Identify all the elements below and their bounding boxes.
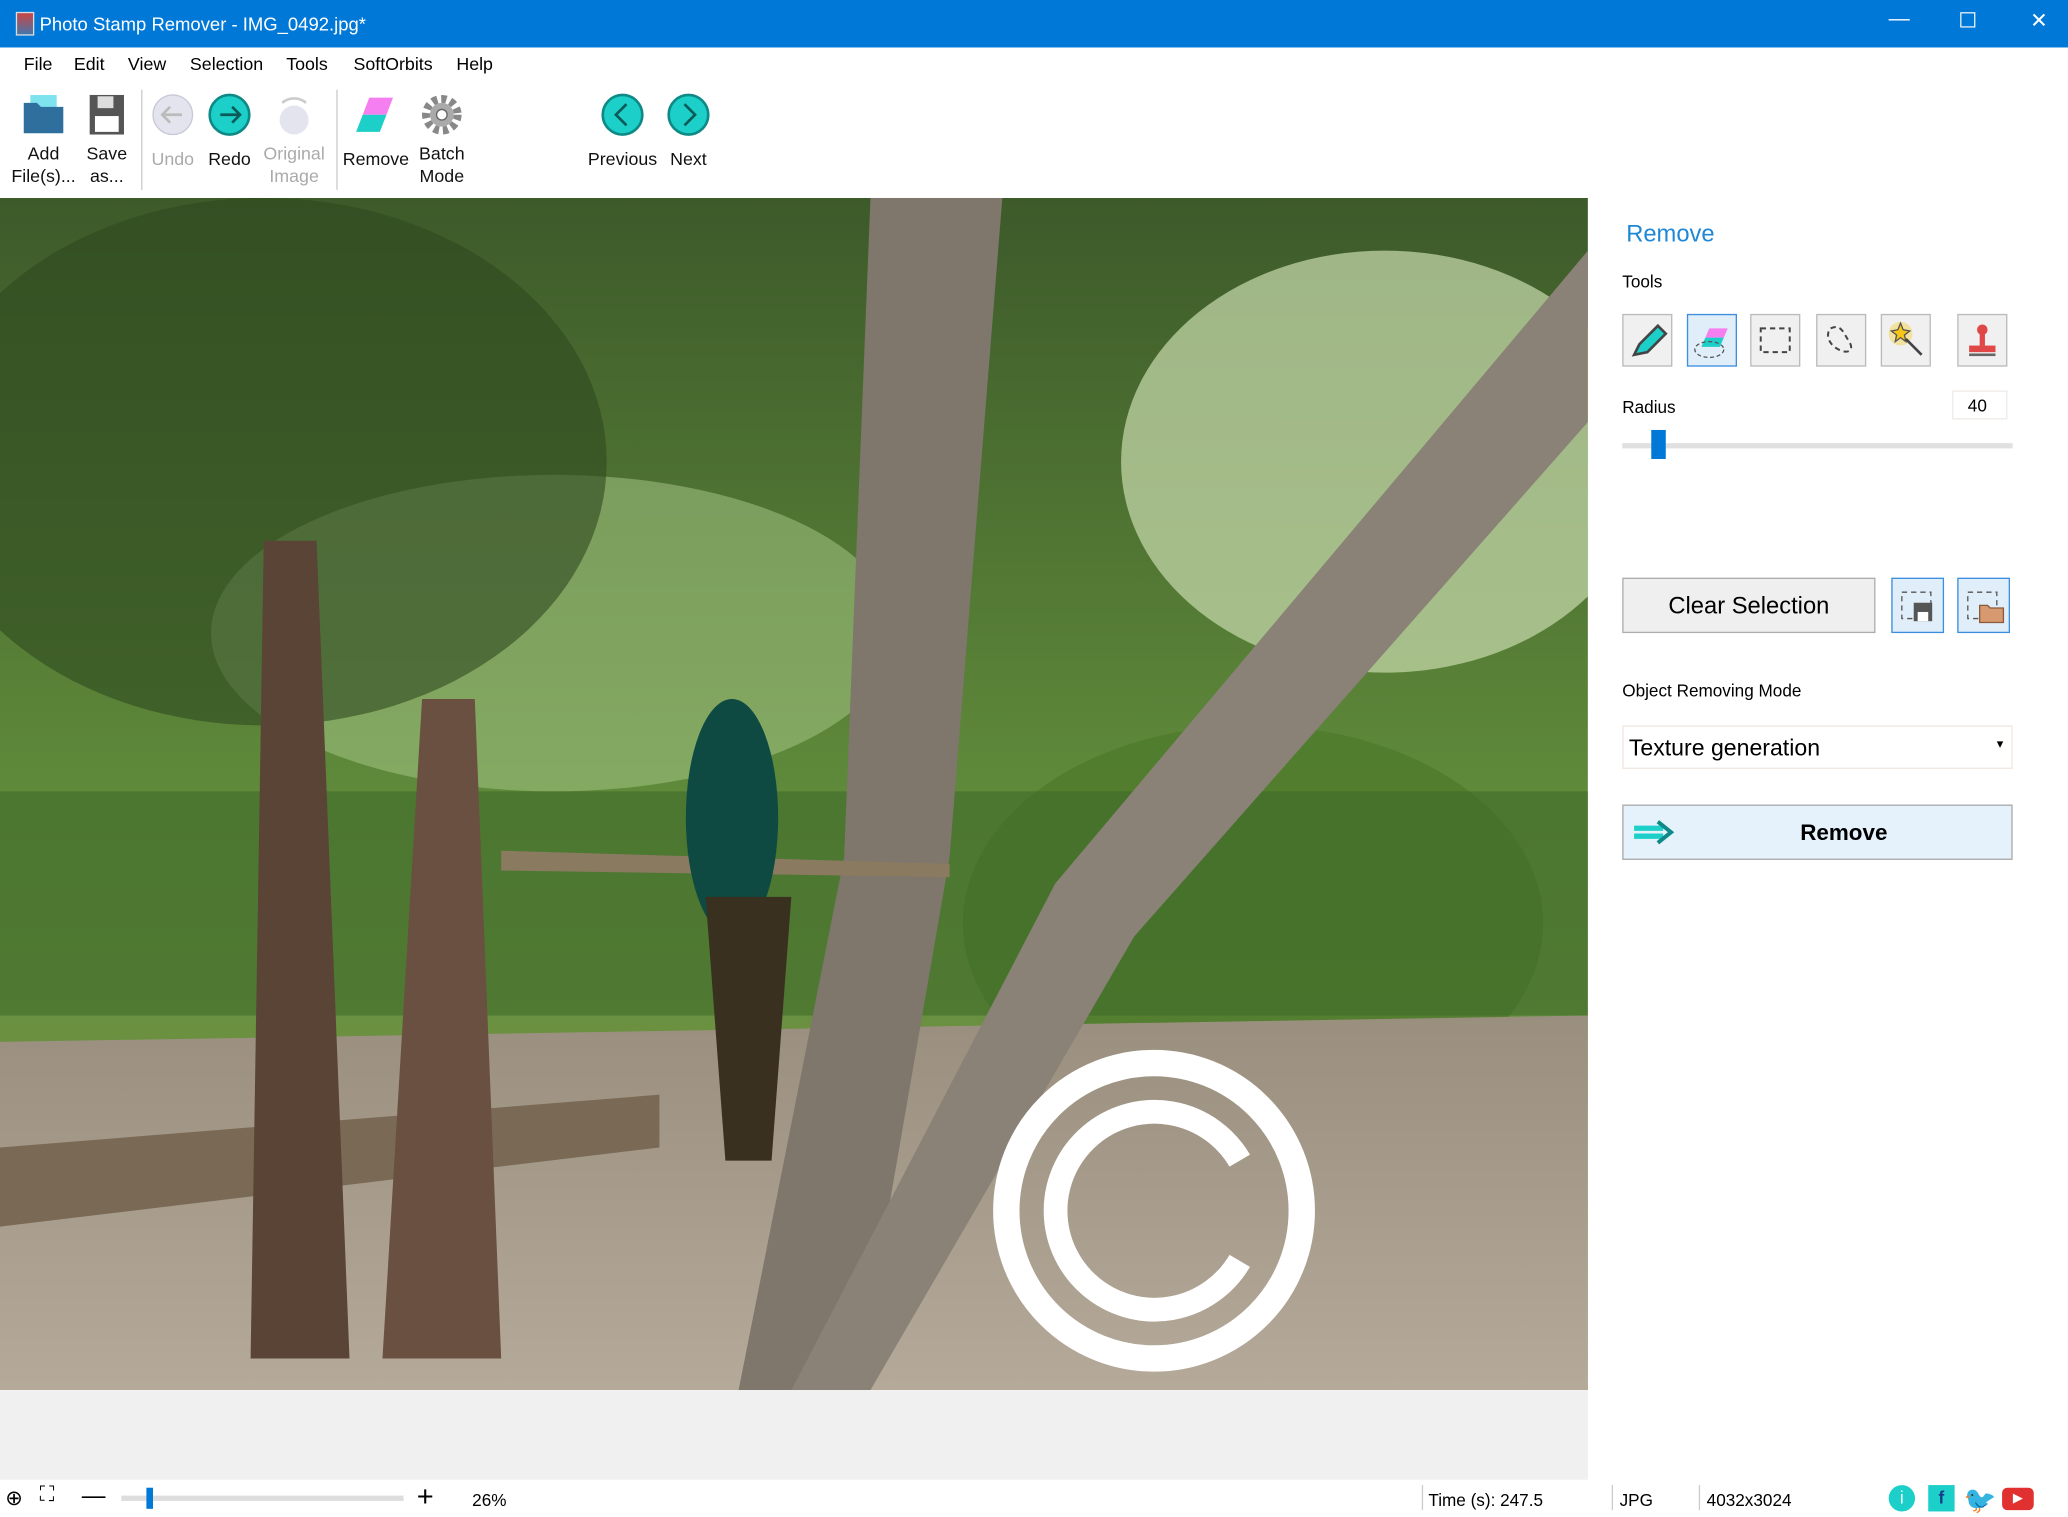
radius-label: Radius [1622,396,1676,417]
toolbar: Add File(s)... Save as... Undo Redo Origin… [0,82,2068,198]
chevron-right-icon [667,93,710,136]
marker-tool[interactable] [1622,313,1673,367]
radius-slider[interactable] [1622,429,2013,459]
close-button[interactable]: ✕ [2013,8,2066,34]
toolbar-separator [336,89,338,190]
canvas-background [0,1390,1588,1480]
zoom-slider[interactable] [121,1487,404,1509]
toolbar-separator [141,89,143,190]
menu-view[interactable]: View [128,54,166,74]
title-bar: Photo Stamp Remover - IMG_0492.jpg* — ☐ … [0,0,2068,48]
zoom-actual-icon[interactable]: ⊕ [5,1485,23,1511]
youtube-icon[interactable]: ▶ [2002,1487,2034,1511]
eraser-icon [1694,328,1728,359]
status-bar: ⊕ ⛶ — + 26% Time (s): 247.5 JPG 4032x302… [0,1479,2068,1517]
save-selection-icon [1901,591,1933,622]
load-selection-icon [1967,591,2005,624]
dropdown-arrow-icon: ▾ [1996,737,2004,752]
chevron-left-icon [601,93,644,136]
gear-icon [422,94,462,135]
menu-bar: File Edit View Selection Tools SoftOrbit… [0,47,2068,81]
save-selection-button[interactable] [1891,577,1945,634]
menu-tools[interactable]: Tools [286,54,328,74]
radius-input[interactable]: 40 [1951,390,2008,420]
menu-edit[interactable]: Edit [74,54,105,74]
menu-softorbits[interactable]: SoftOrbits [353,54,432,74]
twitter-icon[interactable]: 🐦 [1964,1484,1997,1517]
magic-wand-icon [1888,321,1923,356]
time-readout: Time (s): 247.5 [1421,1485,1543,1511]
zoom-in-button[interactable]: + [417,1480,434,1514]
format-readout: JPG [1611,1485,1653,1511]
history-icon [279,97,309,135]
mode-dropdown[interactable]: Texture generation ▾ [1622,725,2013,769]
stamp-tool[interactable] [1957,313,2008,367]
stamp-icon [1969,324,1996,357]
panel-title: Remove [1626,220,1715,247]
clear-selection-button[interactable]: Clear Selection [1622,577,1876,634]
zoom-out-button[interactable]: — [82,1482,106,1510]
app-icon [15,11,35,36]
folder-icon [23,94,64,134]
undo-arrow-icon [152,94,194,136]
menu-file[interactable]: File [24,54,53,74]
remove-toolbar-button[interactable]: Remove [340,92,411,170]
previous-button[interactable]: Previous [583,92,662,170]
floppy-icon [89,94,124,135]
zoom-slider-thumb[interactable] [146,1487,154,1509]
batch-mode-button[interactable]: Batch Mode [411,92,472,187]
eraser-icon [356,97,394,132]
load-selection-button[interactable] [1957,577,2011,634]
rect-select-icon [1759,327,1791,354]
dimensions-readout: 4032x3024 [1698,1485,1792,1511]
undo-button[interactable]: Undo [148,92,198,170]
add-files-button[interactable]: Add File(s)... [11,92,77,187]
lasso-tool[interactable] [1816,313,1867,367]
redo-arrow-icon [208,93,251,136]
mode-dropdown-value: Texture generation [1628,734,1821,762]
radius-slider-thumb[interactable] [1650,429,1666,459]
window-title: Photo Stamp Remover - IMG_0492.jpg* [39,13,366,35]
menu-selection[interactable]: Selection [190,54,263,74]
info-icon[interactable]: i [1888,1485,1916,1512]
magic-wand-tool[interactable] [1880,313,1931,367]
remove-panel: Remove Tools Radius 40 Clear Selection O… [1587,197,2068,1480]
original-image-button[interactable]: Original Image [259,92,330,187]
zoom-level: 26% [472,1490,507,1511]
marker-icon [1631,323,1668,357]
remove-button[interactable]: Remove [1622,804,2013,860]
tools-label: Tools [1622,271,1663,292]
maximize-button[interactable]: ☐ [1941,8,1994,34]
eraser-tool[interactable] [1686,313,1737,367]
minimize-button[interactable]: — [1873,8,1926,32]
facebook-icon[interactable]: f [1928,1485,1955,1512]
photo [0,197,1588,1391]
zoom-fit-icon[interactable]: ⛶ [40,1484,55,1508]
rect-select-tool[interactable] [1750,313,1801,367]
save-as-button[interactable]: Save as... [79,92,134,187]
image-canvas[interactable] [0,197,1588,1391]
mode-label: Object Removing Mode [1622,680,1802,701]
lasso-icon [1827,326,1853,353]
menu-help[interactable]: Help [456,54,493,74]
redo-button[interactable]: Redo [204,92,254,170]
next-button[interactable]: Next [662,92,715,170]
